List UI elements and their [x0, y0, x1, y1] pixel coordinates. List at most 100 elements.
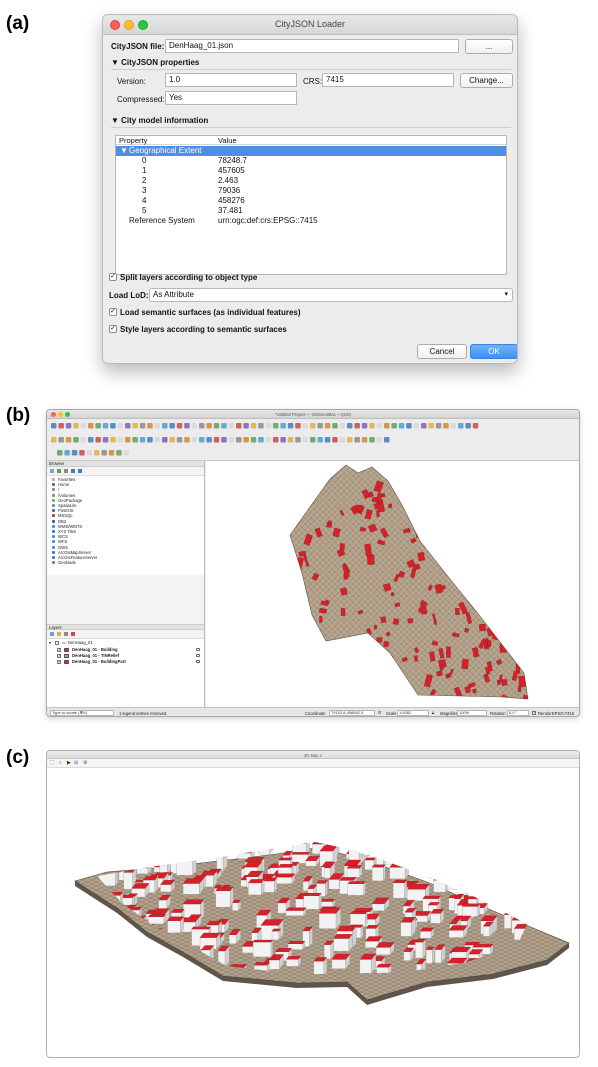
lod-select[interactable]: As Attribute ▾ — [149, 288, 513, 302]
animation-play-icon[interactable]: ▶ — [67, 760, 71, 766]
column-header-value[interactable]: Value — [218, 136, 237, 145]
style-layers-checkbox[interactable]: ✓ — [109, 325, 117, 333]
city-model-tree[interactable]: Property Value ▼ Geographical Extent 0 7… — [115, 135, 507, 275]
lock-scale-icon[interactable]: 🔒︎ — [432, 710, 434, 715]
layer-notes-icon[interactable] — [196, 660, 200, 663]
ok-button[interactable]: OK — [470, 344, 517, 359]
crs-field[interactable]: 7415 — [322, 73, 454, 87]
tree-row-geographical-extent[interactable]: ▼ Geographical Extent — [116, 146, 506, 156]
lock-icon[interactable]: ⊡ — [378, 710, 382, 715]
browser-item-icon — [52, 498, 55, 502]
building-wall — [515, 842, 527, 844]
building-roof — [294, 829, 306, 834]
triangle-down-icon[interactable]: ▾ — [49, 640, 51, 645]
map3d-window: 3D Map 1 ⛶ ⌕ ▶ ⊞ ⚙ — [46, 750, 580, 1058]
filter-legend-icon[interactable] — [64, 632, 68, 636]
layer-row[interactable]: ✓ DenHaag_01 - BuildingPart — [47, 659, 204, 665]
layers-tree[interactable]: ▾ ▭ DenHaag_01 ✓ DenHaag_01 - Building ✓ De… — [47, 638, 204, 707]
toolbar-button-icon — [206, 423, 212, 429]
refresh-icon[interactable] — [57, 469, 61, 473]
building-footprint — [472, 688, 477, 694]
change-crs-button[interactable]: Change... — [460, 73, 513, 88]
qgis-toolbars[interactable] — [47, 419, 579, 461]
building-wall — [331, 959, 346, 969]
filter-icon[interactable] — [64, 469, 68, 473]
add-selected-icon[interactable] — [50, 469, 54, 473]
help-icon[interactable] — [78, 469, 82, 473]
compressed-field[interactable]: Yes — [165, 91, 297, 105]
tree-row[interactable]: 3 79036 — [116, 186, 506, 196]
building-roof — [271, 928, 282, 932]
add-group-icon[interactable] — [57, 632, 61, 636]
building-wall — [320, 901, 334, 907]
layer-group-row[interactable]: ▾ ▭ DenHaag_01 — [49, 640, 206, 646]
building-footprint — [367, 681, 373, 691]
building-footprint — [499, 510, 505, 523]
tree-row[interactable]: 2 2.463 — [116, 176, 506, 186]
locator-input[interactable]: Type to locate (⌘K) — [50, 710, 114, 716]
remove-layer-icon[interactable] — [71, 632, 75, 636]
tree-row[interactable]: 5 37.481 — [116, 206, 506, 216]
browser-item[interactable]: GeoNode — [47, 560, 204, 565]
cancel-button[interactable]: Cancel — [417, 344, 467, 359]
toolbar-button-icon — [73, 437, 79, 443]
identify-icon[interactable]: ⌕ — [59, 760, 62, 766]
zoom-full-icon[interactable]: ⛶ — [50, 760, 54, 766]
tree-row[interactable]: 1 457605 — [116, 166, 506, 176]
building-footprint — [519, 615, 525, 625]
settings-icon[interactable]: ⚙ — [83, 760, 87, 766]
building-side — [168, 953, 173, 972]
layer-visibility-checkbox[interactable]: ✓ — [57, 648, 61, 652]
semantic-surfaces-checkbox[interactable]: ✓ — [109, 308, 117, 316]
toolbar-button-icon — [184, 437, 190, 443]
measure-icon[interactable]: ⊞ — [74, 760, 78, 766]
tree-row[interactable]: 4 458276 — [116, 196, 506, 206]
building-wall — [117, 930, 129, 947]
properties-section-header[interactable]: ▼ CityJSON properties — [111, 58, 199, 67]
collapse-all-icon[interactable] — [71, 469, 75, 473]
file-path-field[interactable]: DenHaag_01.json — [165, 39, 459, 53]
building-footprint — [372, 663, 378, 668]
render-checkbox[interactable]: ✓ — [532, 711, 536, 715]
building-wall — [108, 862, 122, 869]
scale-field[interactable]: 1:5382 — [397, 710, 429, 716]
coordinate-field[interactable]: 79162.8,458582.5 — [329, 710, 375, 716]
building-wall — [318, 913, 337, 929]
model-section-header[interactable]: ▼ City model information — [111, 116, 208, 125]
toolbar-button-icon — [213, 423, 220, 429]
building-footprint — [461, 658, 469, 670]
browser-toolbar[interactable] — [47, 467, 204, 475]
building-side — [199, 842, 203, 856]
map-canvas[interactable] — [206, 461, 579, 707]
tree-row-reference-system[interactable]: Reference System urn:ogc:def:crs:EPSG::7… — [116, 216, 506, 226]
building-footprint — [495, 550, 500, 562]
layer-rows[interactable]: ✓ DenHaag_01 - Building ✓ DenHaag_01 - TINR… — [47, 647, 204, 671]
toolbar-button-icon — [450, 423, 457, 429]
building-roof — [303, 893, 322, 896]
building-side — [532, 902, 535, 921]
magnifier-field[interactable]: 100% — [457, 710, 487, 716]
layers-toolbar[interactable] — [47, 630, 204, 638]
split-layers-checkbox[interactable]: ✓ — [109, 273, 117, 281]
tree-row[interactable]: 0 78248.7 — [116, 156, 506, 166]
building-wall — [100, 929, 114, 944]
browser-tree[interactable]: Favorites Home //Volumes GeoPackage SpatiaLi… — [47, 475, 204, 575]
disclosure-triangle-icon[interactable]: ▼ — [120, 146, 128, 156]
toolbar-icons[interactable] — [47, 419, 580, 461]
building-wall — [393, 882, 405, 899]
map3d-toolbar[interactable]: ⛶ ⌕ ▶ ⊞ ⚙ — [47, 759, 579, 768]
layer-notes-icon[interactable] — [196, 648, 200, 651]
group-visibility-checkbox[interactable] — [55, 641, 59, 645]
layer-visibility-checkbox[interactable]: ✓ — [57, 654, 61, 658]
open-styling-icon[interactable] — [50, 632, 54, 636]
layer-notes-icon[interactable] — [196, 654, 200, 657]
browse-button[interactable]: ... — [465, 39, 513, 54]
crs-status-button[interactable]: EPSG:7415 — [552, 711, 574, 716]
toolbar-button-icon — [80, 437, 87, 443]
building-side — [128, 947, 132, 959]
column-header-property[interactable]: Property — [119, 136, 147, 145]
layer-visibility-checkbox[interactable]: ✓ — [57, 660, 61, 664]
building-footprint — [340, 608, 346, 616]
rotation-field[interactable]: 0.0 ° — [507, 710, 529, 716]
version-field[interactable]: 1.0 — [165, 73, 297, 87]
